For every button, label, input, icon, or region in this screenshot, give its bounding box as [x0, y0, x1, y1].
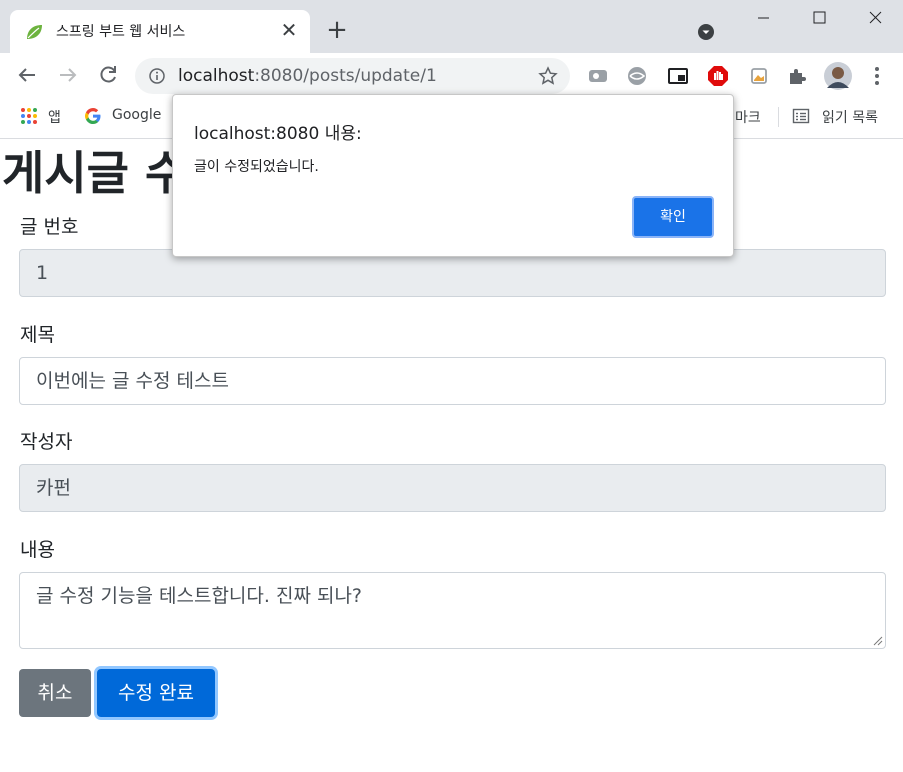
tab-strip: 스프링 부트 웹 서비스 ✕ +	[0, 0, 903, 53]
url-path: :8080/posts/update/1	[254, 66, 437, 86]
alert-dialog: localhost:8080 내용: 글이 수정되었습니다. 확인	[172, 94, 734, 257]
update-submit-button[interactable]: 수정 완료	[97, 669, 215, 717]
tab-title: 스프링 부트 웹 서비스	[56, 24, 186, 40]
bookmark-google[interactable]: Google	[112, 107, 161, 127]
apps-grid-icon[interactable]	[20, 107, 38, 125]
author-field[interactable]: 카펀	[19, 464, 886, 512]
extension-gray-icon[interactable]	[587, 65, 609, 87]
browser-toolbar: localhost:8080/posts/update/1	[0, 53, 903, 99]
google-logo-icon	[85, 108, 101, 124]
dialog-ok-button[interactable]: 확인	[632, 196, 714, 238]
window-close-icon[interactable]	[860, 6, 890, 30]
content-label: 내용	[20, 539, 55, 561]
url-host: localhost	[178, 66, 255, 86]
dialog-message: 글이 수정되었습니다.	[194, 159, 319, 175]
back-icon[interactable]	[15, 63, 39, 87]
reading-list-icon[interactable]	[792, 107, 810, 125]
menu-dots-icon[interactable]	[866, 65, 888, 87]
post-title-input[interactable]: 이번에는 글 수정 테스트	[19, 357, 886, 405]
site-info-icon[interactable]	[149, 68, 165, 84]
author-label: 작성자	[20, 431, 73, 453]
profile-avatar[interactable]	[824, 62, 852, 90]
forward-icon[interactable]	[56, 63, 80, 87]
content-text: 글 수정 기능을 테스트합니다. 진짜 되나?	[36, 585, 363, 607]
dialog-title: localhost:8080 내용:	[194, 124, 362, 144]
adblock-icon[interactable]	[707, 65, 729, 87]
content-textarea[interactable]: 글 수정 기능을 테스트합니다. 진짜 되나?	[19, 572, 886, 649]
reload-icon[interactable]	[96, 63, 120, 87]
tab-search-icon[interactable]	[697, 23, 715, 41]
bookmark-divider	[778, 107, 779, 127]
bookmark-reading-list[interactable]: 읽기 목록	[822, 107, 878, 127]
picture-in-picture-icon[interactable]	[667, 65, 689, 87]
bookmark-other[interactable]: 마크	[735, 107, 761, 127]
extension-image-icon[interactable]	[748, 65, 770, 87]
browser-tab[interactable]: 스프링 부트 웹 서비스 ✕	[10, 10, 310, 53]
close-tab-icon[interactable]: ✕	[278, 19, 300, 41]
address-bar[interactable]: localhost:8080/posts/update/1	[135, 58, 570, 94]
new-tab-icon[interactable]: +	[325, 17, 349, 43]
minimize-icon[interactable]	[748, 6, 778, 30]
post-id-label: 글 번호	[20, 216, 79, 238]
url-text: localhost:8080/posts/update/1	[178, 66, 437, 86]
cancel-button[interactable]: 취소	[19, 669, 91, 717]
maximize-icon[interactable]	[804, 6, 834, 30]
bookmark-apps[interactable]: 앱	[48, 107, 61, 127]
bookmark-star-icon[interactable]	[538, 66, 558, 86]
resize-grip-icon[interactable]	[873, 636, 883, 646]
extensions-puzzle-icon[interactable]	[786, 65, 808, 87]
spring-leaf-icon	[27, 25, 42, 39]
post-title-label: 제목	[20, 324, 55, 346]
extension-globe-icon[interactable]	[626, 65, 648, 87]
